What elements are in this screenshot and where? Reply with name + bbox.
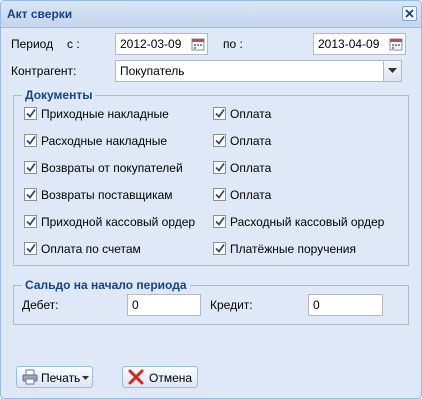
checkmark-icon xyxy=(26,108,36,118)
dialog-titlebar[interactable]: Акт сверки xyxy=(1,1,421,28)
credit-value: 0 xyxy=(313,298,320,312)
counterparty-label: Контрагент: xyxy=(11,64,77,78)
checkbox[interactable] xyxy=(24,188,37,201)
opening-balance-group: Сальдо на начало периода Дебет: 0 Кредит… xyxy=(13,278,409,325)
print-button[interactable]: Печать xyxy=(16,366,93,388)
close-button[interactable] xyxy=(402,6,417,21)
checkbox-label: Оплата xyxy=(230,107,272,121)
documents-legend: Документы xyxy=(22,88,96,102)
chevron-down-icon xyxy=(388,68,397,73)
checkmark-icon xyxy=(215,243,225,253)
counterparty-select[interactable]: Покупатель xyxy=(115,60,402,82)
checkbox[interactable] xyxy=(24,161,37,174)
checkbox-label: Оплата xyxy=(230,188,272,202)
debit-value: 0 xyxy=(132,298,139,312)
checkbox-label: Оплата по счетам xyxy=(41,242,141,256)
documents-group: Документы Приходные накладные Расходные … xyxy=(13,88,409,266)
checkmark-icon xyxy=(26,189,36,199)
period-to-field[interactable]: 2013-04-09 xyxy=(313,33,406,55)
period-from-field[interactable]: 2012-03-09 xyxy=(115,33,208,55)
chevron-down-icon xyxy=(82,376,89,380)
period-to-label: по : xyxy=(223,37,243,51)
period-from-value: 2012-03-09 xyxy=(120,37,182,51)
checkbox-label: Приходной кассовый ордер xyxy=(41,215,196,229)
checkbox[interactable] xyxy=(213,161,226,174)
checkbox[interactable] xyxy=(24,242,37,255)
checkbox-label: Платёжные поручения xyxy=(230,242,356,256)
checkbox[interactable] xyxy=(24,215,37,228)
checkmark-icon xyxy=(215,216,225,226)
checkmark-icon xyxy=(215,162,225,172)
cancel-button[interactable]: Отмена xyxy=(122,366,198,388)
opening-balance-legend: Сальдо на начало периода xyxy=(22,278,190,292)
reconciliation-dialog: Акт сверки Период с : 2012-03-09 по : 20… xyxy=(0,0,422,399)
checkbox-label: Возвраты от покупателей xyxy=(41,161,183,175)
checkbox[interactable] xyxy=(24,107,37,120)
debit-label: Дебет: xyxy=(22,298,59,312)
checkmark-icon xyxy=(26,162,36,172)
debit-input[interactable]: 0 xyxy=(127,294,201,316)
checkmark-icon xyxy=(215,135,225,145)
credit-input[interactable]: 0 xyxy=(308,294,383,316)
checkbox-label: Возвраты поставщикам xyxy=(41,188,173,202)
counterparty-value: Покупатель xyxy=(120,64,185,78)
checkbox[interactable] xyxy=(213,242,226,255)
checkbox-label: Расходный кассовый ордер xyxy=(230,215,385,229)
checkbox[interactable] xyxy=(213,215,226,228)
counterparty-dropdown-trigger[interactable] xyxy=(383,61,401,81)
checkmark-icon xyxy=(215,189,225,199)
checkbox[interactable] xyxy=(213,188,226,201)
checkbox[interactable] xyxy=(24,134,37,147)
calendar-icon[interactable] xyxy=(190,36,206,52)
period-label: Период xyxy=(11,37,54,51)
checkmark-icon xyxy=(26,135,36,145)
period-to-value: 2013-04-09 xyxy=(318,37,380,51)
checkbox-label: Приходные накладные xyxy=(41,107,169,121)
checkbox-label: Расходные накладные xyxy=(41,134,168,148)
cancel-button-label: Отмена xyxy=(149,371,193,385)
checkmark-icon xyxy=(26,216,36,226)
checkbox[interactable] xyxy=(213,134,226,147)
cancel-x-icon xyxy=(128,369,144,385)
checkbox[interactable] xyxy=(213,107,226,120)
checkmark-icon xyxy=(26,243,36,253)
printer-icon xyxy=(22,369,38,385)
checkbox-label: Оплата xyxy=(230,161,272,175)
period-from-label: с : xyxy=(67,37,80,51)
close-icon xyxy=(405,9,414,18)
credit-label: Кредит: xyxy=(210,298,253,312)
checkbox-label: Оплата xyxy=(230,134,272,148)
dialog-title: Акт сверки xyxy=(7,7,73,21)
calendar-icon[interactable] xyxy=(388,36,404,52)
checkmark-icon xyxy=(215,108,225,118)
print-button-label: Печать xyxy=(41,371,81,385)
